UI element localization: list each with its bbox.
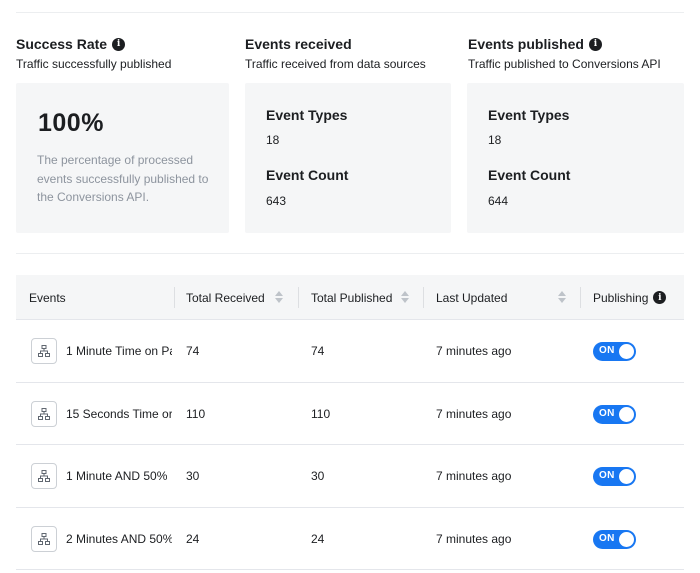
success-rate-description: The percentage of processed events succe… <box>37 153 209 204</box>
events-received-card: Event Types 18 Event Count 643 <box>245 83 451 233</box>
total-published-value: 110 <box>311 406 331 421</box>
publishing-toggle[interactable]: ON <box>593 404 636 424</box>
sort-icon[interactable] <box>275 290 283 304</box>
info-icon[interactable]: i <box>653 291 667 304</box>
events-published-subtitle: Traffic published to Conversions API <box>468 57 661 71</box>
info-icon[interactable]: i <box>112 37 126 51</box>
success-rate-header: Success Rate i Traffic successfully publ… <box>16 34 171 73</box>
total-received-value: 74 <box>186 344 200 358</box>
column-header-events[interactable]: Events <box>29 275 66 320</box>
publishing-toggle[interactable]: ON <box>593 529 636 549</box>
event-name: 15 Seconds Time or <box>66 406 172 421</box>
toggle-label: ON <box>599 470 615 481</box>
success-rate-value: 100% <box>38 109 104 137</box>
column-divider <box>580 287 581 308</box>
event-types-value: 18 <box>266 133 280 147</box>
info-icon[interactable]: i <box>588 37 602 51</box>
events-received-title: Events received <box>245 36 352 52</box>
total-published-value: 30 <box>311 469 325 483</box>
total-received-value: 30 <box>186 469 200 483</box>
event-name: 2 Minutes AND 50% <box>66 531 172 546</box>
total-received-value: 110 <box>186 406 206 421</box>
event-hierarchy-icon <box>31 525 57 552</box>
success-rate-title: Success Rate <box>16 36 108 52</box>
last-updated-value: 7 minutes ago <box>436 531 512 546</box>
table-row[interactable]: 1 Minute Time on Pa 74 74 7 minutes ago … <box>16 320 684 383</box>
event-hierarchy-icon <box>31 338 57 364</box>
table-row[interactable]: 15 Seconds Time or 110 110 7 minutes ago… <box>16 383 684 445</box>
column-header-last-updated[interactable]: Last Updated <box>436 275 507 320</box>
toggle-label: ON <box>599 532 615 544</box>
event-count-label: Event Count <box>266 167 349 183</box>
event-types-label: Event Types <box>488 107 570 123</box>
event-hierarchy-icon <box>31 463 57 489</box>
events-published-title: Events published <box>468 36 584 52</box>
toggle-knob <box>619 531 634 547</box>
column-divider <box>174 287 175 308</box>
publishing-toggle[interactable]: ON <box>593 342 636 361</box>
events-received-subtitle: Traffic received from data sources <box>245 57 426 71</box>
last-updated-value: 7 minutes ago <box>436 344 512 358</box>
table-header: Events Total Received Total Published La… <box>16 275 684 320</box>
event-hierarchy-icon <box>31 400 57 427</box>
event-count-value: 644 <box>488 194 509 208</box>
event-types-value: 18 <box>488 133 502 147</box>
column-divider <box>298 287 299 308</box>
last-updated-value: 7 minutes ago <box>436 406 512 421</box>
event-count-label: Event Count <box>488 167 571 183</box>
event-name: 1 Minute AND 50% <box>66 469 168 483</box>
column-header-publishing: Publishing i <box>593 275 667 320</box>
toggle-knob <box>619 406 634 422</box>
events-published-header: Events published i Traffic published to … <box>468 34 661 73</box>
event-types-label: Event Types <box>266 107 348 123</box>
total-published-value: 74 <box>311 344 325 358</box>
success-rate-card: 100% The percentage of processed events … <box>16 83 229 233</box>
total-published-value: 24 <box>311 531 325 546</box>
sort-icon[interactable] <box>558 290 566 304</box>
column-header-total-received[interactable]: Total Received <box>186 275 265 320</box>
events-received-header: Events received Traffic received from da… <box>245 34 426 73</box>
section-divider <box>16 253 684 254</box>
toggle-label: ON <box>599 345 615 356</box>
toggle-knob <box>619 469 634 484</box>
publishing-toggle[interactable]: ON <box>593 467 636 486</box>
success-rate-subtitle: Traffic successfully published <box>16 57 172 71</box>
events-table: Events Total Received Total Published La… <box>16 275 684 570</box>
top-divider <box>16 12 684 13</box>
event-count-value: 643 <box>266 194 287 208</box>
sort-icon[interactable] <box>401 290 409 304</box>
toggle-knob <box>619 344 634 359</box>
toggle-label: ON <box>599 407 615 419</box>
publishing-header-label: Publishing <box>593 290 649 305</box>
table-row[interactable]: 2 Minutes AND 50% 24 24 7 minutes ago ON <box>16 508 684 570</box>
event-name: 1 Minute Time on Pa <box>66 344 172 358</box>
column-header-total-published[interactable]: Total Published <box>311 275 392 320</box>
total-received-value: 24 <box>186 531 200 546</box>
last-updated-value: 7 minutes ago <box>436 469 512 483</box>
table-row[interactable]: 1 Minute AND 50% 30 30 7 minutes ago ON <box>16 445 684 508</box>
column-divider <box>423 287 424 308</box>
events-published-card: Event Types 18 Event Count 644 <box>467 83 684 233</box>
